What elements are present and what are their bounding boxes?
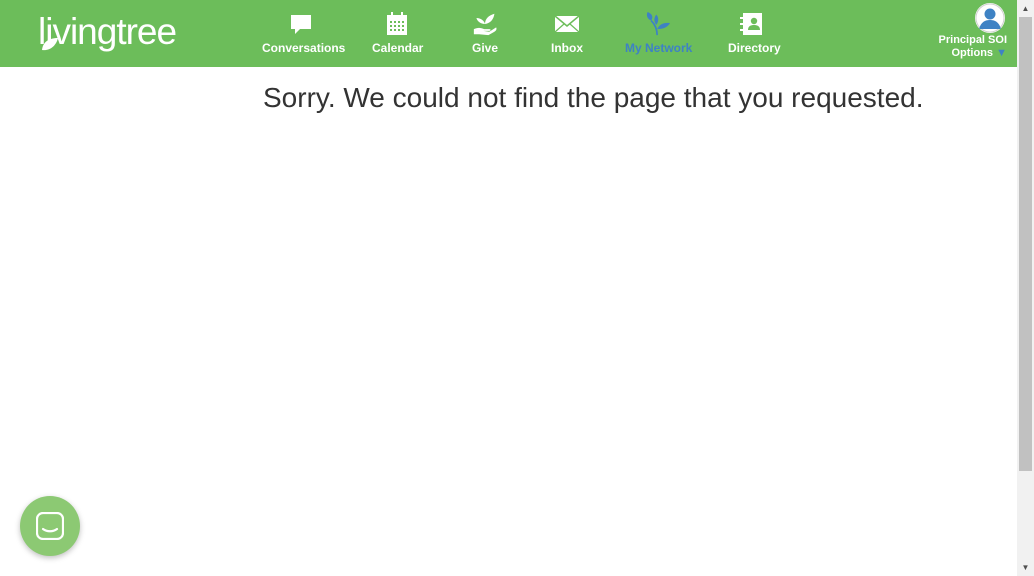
avatar[interactable] [975, 3, 1005, 33]
scroll-thumb[interactable] [1019, 17, 1032, 471]
livingtree-logo[interactable]: livingtree [38, 8, 177, 56]
user-menu[interactable]: Principal SOI Options ▼ [927, 3, 1007, 65]
scroll-up-arrow-icon[interactable]: ▲ [1017, 0, 1034, 17]
user-avatar-icon [975, 3, 1005, 33]
top-navigation-bar: livingtree Conversations Calendar Give I… [0, 0, 1017, 67]
nav-directory[interactable]: Directory [728, 12, 781, 60]
nav-my-network-label: My Network [625, 41, 693, 55]
leaf-icon [42, 38, 58, 51]
nav-conversations-label: Conversations [262, 41, 346, 55]
nav-my-network[interactable]: My Network [625, 12, 693, 60]
options-label: Options [951, 47, 994, 59]
vertical-scrollbar[interactable]: ▲ ▼ [1017, 0, 1034, 576]
chat-launcher-button[interactable] [20, 496, 80, 556]
user-name: Principal SOI [938, 34, 1007, 46]
nav-give-label: Give [471, 41, 498, 55]
chat-icon [36, 512, 64, 540]
calendar-icon [387, 12, 407, 35]
speech-bubble-icon [291, 15, 311, 34]
nav-inbox[interactable]: Inbox [551, 12, 583, 60]
nav-calendar-label: Calendar [372, 41, 424, 55]
user-options-dropdown[interactable]: Options ▼ [951, 47, 1007, 59]
envelope-icon [554, 15, 580, 33]
scroll-down-arrow-icon[interactable]: ▼ [1017, 559, 1034, 576]
nav-inbox-label: Inbox [551, 41, 583, 55]
nav-conversations[interactable]: Conversations [262, 12, 346, 60]
address-book-icon [740, 13, 762, 35]
chevron-down-icon: ▼ [996, 47, 1007, 59]
tree-network-icon [646, 12, 670, 36]
nav-calendar[interactable]: Calendar [372, 12, 424, 60]
nav-give[interactable]: Give [470, 12, 500, 60]
not-found-message: Sorry. We could not find the page that y… [263, 82, 924, 113]
hand-sprout-icon [473, 13, 497, 36]
nav-directory-label: Directory [728, 41, 781, 55]
